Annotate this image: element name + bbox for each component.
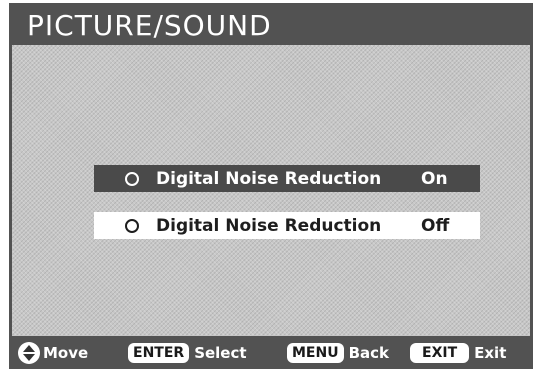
exit-key: EXIT bbox=[410, 342, 470, 363]
move-label: Move bbox=[43, 343, 89, 362]
exit-label: Exit bbox=[474, 343, 507, 362]
option-value: Off bbox=[421, 215, 450, 236]
back-hint: MENU Back bbox=[287, 338, 389, 367]
osd-screen: PICTURE/SOUND Digital Noise Reduction On… bbox=[0, 0, 540, 373]
key-guide: Move ENTER Select MENU Back EXIT Exit bbox=[12, 338, 530, 367]
select-hint: ENTER Select bbox=[128, 338, 247, 367]
menu-panel: Digital Noise Reduction On Digital Noise… bbox=[12, 45, 530, 336]
enter-key: ENTER bbox=[128, 342, 190, 363]
back-label: Back bbox=[348, 343, 390, 362]
exit-hint: EXIT Exit bbox=[410, 338, 506, 367]
option-label: Digital Noise Reduction bbox=[156, 168, 382, 189]
menu-option-dnr-on[interactable]: Digital Noise Reduction On bbox=[94, 165, 480, 192]
select-label: Select bbox=[194, 343, 247, 362]
radio-icon bbox=[125, 218, 139, 233]
menu-key: MENU bbox=[287, 342, 344, 363]
radio-icon bbox=[125, 171, 139, 186]
menu-option-dnr-off[interactable]: Digital Noise Reduction Off bbox=[94, 212, 480, 239]
option-value: On bbox=[421, 168, 448, 189]
up-down-arrows-icon bbox=[18, 341, 40, 364]
option-label: Digital Noise Reduction bbox=[156, 215, 382, 236]
page-title: PICTURE/SOUND bbox=[27, 9, 272, 42]
move-hint: Move bbox=[18, 338, 88, 367]
